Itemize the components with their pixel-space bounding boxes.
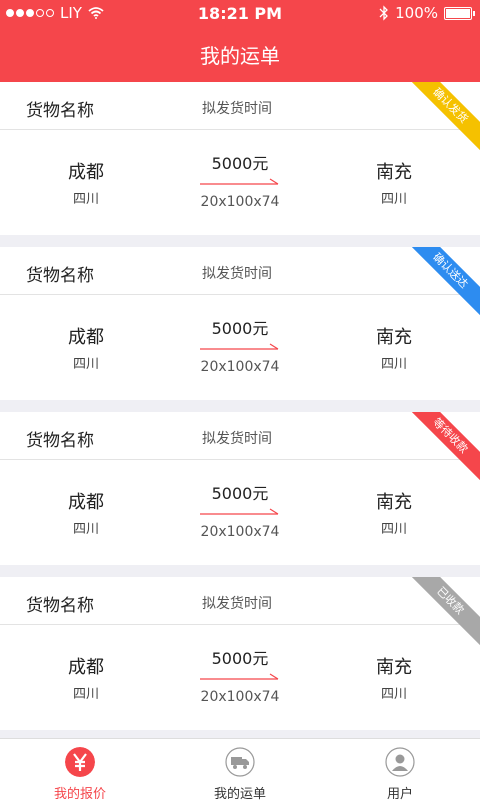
- destination-city: 南充: [376, 657, 412, 678]
- price: 5000元: [211, 319, 269, 338]
- origin-city: 成都: [68, 327, 104, 348]
- order-card-header: 货物名称 拟发货时间 等待收款: [0, 412, 480, 486]
- status-badge: 已收款: [400, 577, 480, 651]
- tab-bar: 我的报价 我的运单 用户: [0, 738, 480, 800]
- tab-label: 我的报价: [53, 787, 106, 800]
- origin-province: 四川: [72, 522, 99, 537]
- cargo-dimensions: 20x100x74: [200, 524, 280, 540]
- order-card-header: 货物名称 拟发货时间 确认发货: [0, 82, 480, 156]
- cargo-dimensions: 20x100x74: [200, 359, 280, 375]
- tab-label: 用户: [386, 787, 413, 800]
- page-title: 我的运单: [200, 44, 280, 68]
- cargo-dimensions: 20x100x74: [200, 689, 280, 705]
- order-card[interactable]: 货物名称 拟发货时间 已收款 成都 四川 5000元 20x100x74 南充 …: [0, 577, 480, 730]
- order-card[interactable]: 货物名称 拟发货时间 等待收款 成都 四川 5000元 20x100x74 南充…: [0, 412, 480, 565]
- ship-time-label: 拟发货时间: [202, 266, 272, 282]
- route-arrow-icon: [200, 178, 279, 185]
- destination-province: 四川: [380, 687, 407, 702]
- order-card[interactable]: 货物名称 拟发货时间 确认发货 成都 四川 5000元 20x100x74 南充…: [0, 82, 480, 235]
- yen-icon: [65, 747, 95, 777]
- origin-province: 四川: [72, 357, 99, 372]
- goods-name: 货物名称: [26, 266, 94, 286]
- cargo-dimensions: 20x100x74: [200, 194, 280, 210]
- destination-city: 南充: [376, 492, 412, 513]
- goods-name: 货物名称: [26, 101, 94, 121]
- destination-city: 南充: [376, 162, 412, 183]
- user-icon: [385, 747, 415, 777]
- route-arrow-icon: [200, 343, 279, 350]
- ship-time-label: 拟发货时间: [202, 596, 272, 612]
- route-arrow-icon: [200, 673, 279, 680]
- origin-city: 成都: [68, 657, 104, 678]
- battery-icon: [444, 6, 475, 20]
- tab-label: 我的运单: [213, 787, 266, 800]
- status-badge: 确认送达: [400, 247, 480, 321]
- ship-time-label: 拟发货时间: [202, 101, 272, 117]
- destination-city: 南充: [376, 327, 412, 348]
- goods-name: 货物名称: [26, 596, 94, 616]
- route-arrow-icon: [200, 508, 279, 515]
- tab-my-quotes[interactable]: 我的报价: [0, 739, 160, 800]
- battery-percent: 100%: [395, 4, 438, 22]
- price: 5000元: [211, 649, 269, 668]
- truck-icon: [225, 747, 255, 777]
- destination-province: 四川: [380, 522, 407, 537]
- tab-my-waybills[interactable]: 我的运单: [160, 739, 320, 800]
- ship-time-label: 拟发货时间: [202, 431, 272, 447]
- order-card-header: 货物名称 拟发货时间 确认送达: [0, 247, 480, 321]
- origin-city: 成都: [68, 162, 104, 183]
- app-header: LIY 18:21 PM 100% 我的运单: [0, 0, 480, 82]
- bluetooth-icon: [379, 5, 389, 21]
- status-right: 100%: [379, 4, 475, 22]
- status-badge: 等待收款: [400, 412, 480, 486]
- status-bar: LIY 18:21 PM 100%: [0, 0, 480, 26]
- origin-province: 四川: [72, 192, 99, 207]
- destination-province: 四川: [380, 192, 407, 207]
- order-card[interactable]: 货物名称 拟发货时间 确认送达 成都 四川 5000元 20x100x74 南充…: [0, 247, 480, 400]
- status-badge: 确认发货: [400, 82, 480, 156]
- tab-user[interactable]: 用户: [320, 739, 480, 800]
- destination-province: 四川: [380, 357, 407, 372]
- price: 5000元: [211, 154, 269, 173]
- goods-name: 货物名称: [26, 431, 94, 451]
- origin-province: 四川: [72, 687, 99, 702]
- origin-city: 成都: [68, 492, 104, 513]
- order-card-header: 货物名称 拟发货时间 已收款: [0, 577, 480, 651]
- price: 5000元: [211, 484, 269, 503]
